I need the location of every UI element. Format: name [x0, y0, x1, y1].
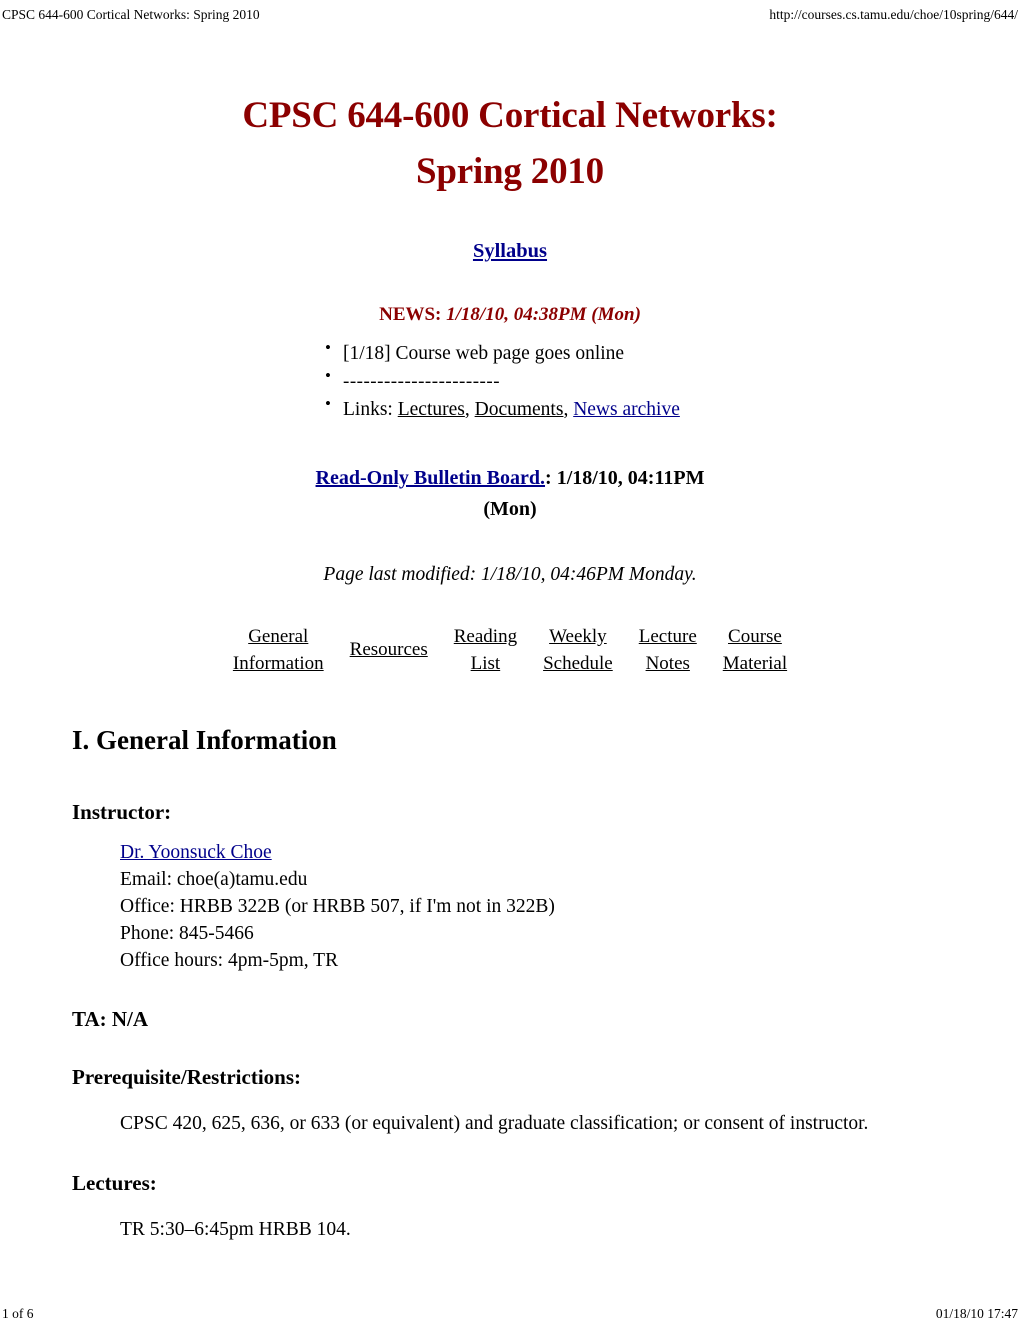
print-header-document-title: CPSC 644-600 Cortical Networks: Spring 2…: [2, 7, 260, 22]
news-list-item: -----------------------: [325, 364, 903, 396]
nav-link-reading-list-line-2[interactable]: List: [471, 653, 501, 674]
instructor-email: Email: choe(a)tamu.edu: [120, 869, 308, 891]
news-list-item: [1/18] Course web page goes online: [325, 337, 903, 368]
nav-link-resources[interactable]: Resources: [350, 639, 428, 660]
read-only-bulletin-board-link[interactable]: Read-Only Bulletin Board.: [316, 467, 545, 489]
nav-link-course-material-line-1[interactable]: Course: [728, 626, 782, 647]
last-modified-text: Page last modified: 1/18/10, 04:46PM Mon…: [323, 564, 697, 585]
prerequisite-text: CPSC 420, 625, 636, or 633 (or equivalen…: [120, 1113, 869, 1135]
instructor-phone: Phone: 845-5466: [120, 923, 254, 945]
nav-item-resources[interactable]: Resources: [337, 637, 441, 664]
nav-link-reading-list-line-1[interactable]: Reading: [454, 626, 517, 647]
subheading-instructor: Instructor:: [72, 799, 172, 824]
bulletin-board-day: (Mon): [483, 498, 537, 521]
lectures-link[interactable]: Lectures: [398, 399, 465, 420]
page-title-line-2: Spring 2010: [416, 151, 604, 193]
subheading-ta: TA: N/A: [72, 1007, 149, 1032]
print-footer: 1 of 6 01/18/10 17:47: [0, 1304, 1020, 1324]
nav-item-general-information[interactable]: General Information: [220, 624, 337, 678]
section-heading-general-information: I. General Information: [72, 724, 337, 755]
print-header: CPSC 644-600 Cortical Networks: Spring 2…: [0, 6, 1020, 24]
nav-item-weekly-schedule[interactable]: Weekly Schedule: [530, 624, 626, 678]
subheading-lectures: Lectures:: [72, 1170, 157, 1195]
nav-link-general-information-line-1[interactable]: General: [248, 626, 308, 647]
news-links-separator-1: ,: [464, 399, 470, 421]
bulletin-board-separator: :: [545, 466, 552, 489]
documents-link[interactable]: Documents: [475, 399, 564, 420]
section-nav-bar: General Information Resources Reading Li…: [0, 624, 1020, 678]
bulletin-board-block: Read-Only Bulletin Board.: 1/18/10, 04:1…: [0, 463, 1020, 526]
print-header-url: http://courses.cs.tamu.edu/choe/10spring…: [769, 7, 1018, 22]
news-label: NEWS:: [379, 304, 442, 326]
page-title: CPSC 644-600 Cortical Networks: Spring 2…: [0, 40, 1020, 200]
subheading-prerequisite: Prerequisite/Restrictions:: [72, 1065, 302, 1090]
page-content: CPSC 644-600 Cortical Networks: Spring 2…: [0, 40, 1020, 1243]
instructor-details: Dr. Yoonsuck Choe Email: choe(a)tamu.edu…: [120, 839, 1020, 974]
lectures-text: TR 5:30–6:45pm HRBB 104.: [120, 1218, 351, 1240]
news-item-text: [1/18] Course web page goes online: [343, 343, 625, 365]
nav-item-course-material[interactable]: Course Material: [710, 624, 800, 678]
news-heading: NEWS: 1/18/10, 04:38PM (Mon): [0, 304, 1020, 326]
nav-item-lecture-notes[interactable]: Lecture Notes: [626, 624, 710, 678]
nav-link-course-material-line-2[interactable]: Material: [723, 653, 787, 674]
page-title-line-1: CPSC 644-600 Cortical Networks:: [242, 95, 778, 136]
news-timestamp: 1/18/10, 04:38PM (Mon): [446, 304, 641, 326]
news-links-item: Links: Lectures, Documents, News archive: [325, 392, 903, 424]
print-footer-timestamp: 01/18/10 17:47: [935, 1306, 1018, 1321]
news-links-prefix: Links:: [343, 399, 393, 421]
nav-item-reading-list[interactable]: Reading List: [441, 624, 530, 678]
bulletin-board-timestamp: 1/18/10, 04:11PM: [556, 466, 705, 489]
nav-link-lecture-notes-line-1[interactable]: Lecture: [639, 626, 697, 647]
news-item-divider-text: -----------------------: [343, 371, 501, 393]
instructor-office: Office: HRBB 322B (or HRBB 507, if I'm n…: [120, 896, 555, 918]
instructor-office-hours: Office hours: 4pm-5pm, TR: [120, 950, 339, 972]
print-footer-page-number: 1 of 6: [2, 1306, 34, 1321]
instructor-name-link[interactable]: Dr. Yoonsuck Choe: [120, 842, 272, 863]
news-links-separator-2: ,: [563, 399, 569, 421]
news-list: [1/18] Course web page goes online -----…: [0, 337, 1020, 424]
nav-link-weekly-schedule-line-2[interactable]: Schedule: [543, 653, 613, 674]
news-archive-link[interactable]: News archive: [573, 399, 680, 420]
syllabus-link[interactable]: Syllabus: [473, 240, 547, 262]
syllabus-link-container: Syllabus: [0, 240, 1020, 263]
nav-link-weekly-schedule-line-1[interactable]: Weekly: [549, 626, 607, 647]
nav-link-lecture-notes-line-2[interactable]: Notes: [646, 653, 690, 674]
nav-link-general-information-line-2[interactable]: Information: [233, 653, 324, 674]
